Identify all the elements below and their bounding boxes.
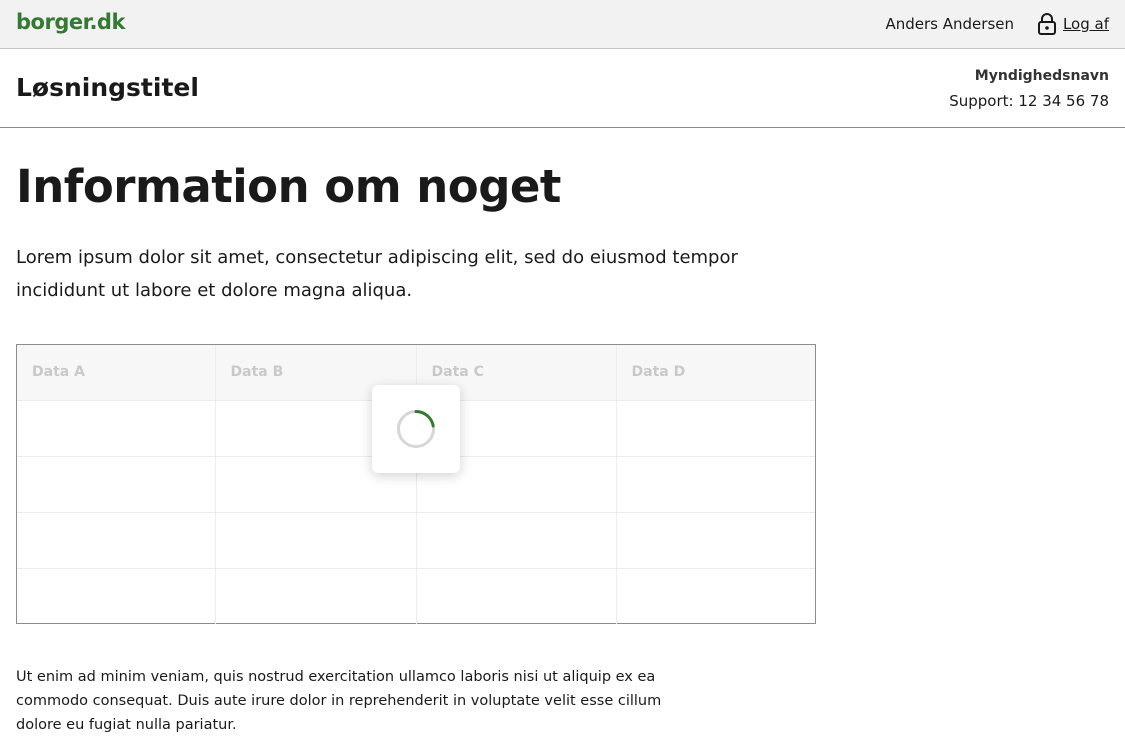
column-header-data-a[interactable]: Data A — [17, 345, 216, 401]
table-cell — [215, 512, 417, 569]
table-cell — [616, 456, 815, 513]
borger-dk-logo[interactable]: borger.dk — [16, 10, 125, 34]
page-title: Information om noget — [16, 160, 561, 213]
table-cell — [17, 568, 216, 624]
body-paragraph: Ut enim ad minim veniam, quis nostrud ex… — [16, 669, 662, 733]
authority-name: Myndighedsnavn — [974, 68, 1109, 84]
table-cell — [17, 400, 216, 457]
table-cell — [17, 512, 216, 569]
lock-icon — [1037, 13, 1056, 35]
table-cell — [416, 568, 617, 624]
topbar: borger.dk Anders Andersen Log af — [0, 0, 1125, 49]
table-cell — [616, 400, 815, 457]
loading-spinner-card — [372, 385, 460, 473]
loading-spinner-icon — [397, 410, 435, 448]
table-cell — [215, 568, 417, 624]
lead-paragraph: Lorem ipsum dolor sit amet, consectetur … — [16, 247, 738, 301]
logout-label[interactable]: Log af — [1063, 15, 1109, 33]
table-row — [17, 568, 815, 624]
table-cell — [616, 568, 815, 624]
solution-header: Løsningstitel Myndighedsnavn Support: 12… — [0, 49, 1125, 128]
column-header-data-d[interactable]: Data D — [616, 345, 815, 401]
user-name: Anders Andersen — [885, 15, 1014, 33]
table-cell — [17, 456, 216, 513]
table-row — [17, 512, 815, 569]
table-cell — [416, 512, 617, 569]
logout-button[interactable]: Log af — [1037, 13, 1109, 35]
support-phone: Support: 12 34 56 78 — [949, 92, 1109, 110]
solution-title: Løsningstitel — [16, 73, 199, 102]
table-cell — [616, 512, 815, 569]
